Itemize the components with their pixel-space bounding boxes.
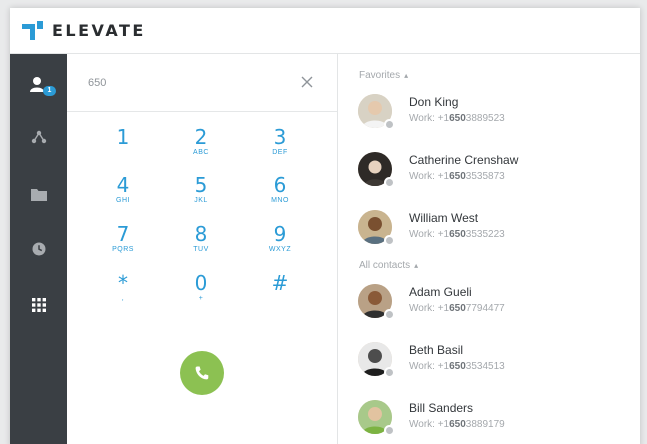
key-3[interactable]: 3 DEF bbox=[250, 126, 310, 170]
key-letters: PQRS bbox=[112, 246, 134, 253]
key-6[interactable]: 6 MNO bbox=[250, 174, 310, 218]
presence-indicator bbox=[384, 235, 395, 246]
key-letters: + bbox=[198, 295, 204, 302]
contacts-panel: Favorites ▴ Don King Work: +16503889523 C… bbox=[337, 54, 640, 444]
app-window: ELEVATE 1 650 1 2 ABC 3 DEF 4 GHI 5 JKL … bbox=[10, 8, 640, 444]
contact-phone: Work: +16503889179 bbox=[409, 419, 505, 430]
key-hash[interactable]: # bbox=[250, 272, 310, 316]
key-1[interactable]: 1 bbox=[93, 126, 153, 170]
chevron-down-icon: ▴ bbox=[414, 261, 419, 270]
key-digit: 0 bbox=[194, 271, 208, 295]
presence-indicator bbox=[384, 309, 395, 320]
key-letters: JKL bbox=[194, 197, 208, 204]
contact-name: William West bbox=[409, 211, 479, 225]
key-letters: GHI bbox=[116, 197, 130, 204]
contact-item[interactable]: Catherine Crenshaw Work: +16503535873 bbox=[358, 152, 628, 196]
key-digit: 7 bbox=[116, 222, 130, 246]
key-digit: 3 bbox=[273, 125, 287, 149]
all-contacts-label: All contacts bbox=[359, 260, 411, 271]
all-contacts-section-header[interactable]: All contacts ▴ bbox=[359, 260, 418, 271]
contact-phone: Work: +16503534513 bbox=[409, 361, 505, 372]
clock-icon bbox=[32, 242, 45, 256]
brand-name: ELEVATE bbox=[52, 21, 146, 40]
dialed-number-input[interactable]: 650 bbox=[88, 77, 106, 89]
key-5[interactable]: 5 JKL bbox=[171, 174, 231, 218]
rail-item-contacts[interactable]: 1 bbox=[10, 64, 67, 104]
key-letters: , bbox=[121, 295, 125, 302]
number-display: 650 bbox=[67, 54, 337, 112]
key-letters: DEF bbox=[272, 149, 288, 156]
key-letters: MNO bbox=[271, 197, 289, 204]
contact-item[interactable]: Beth Basil Work: +16503534513 bbox=[358, 342, 628, 386]
nav-rail: 1 bbox=[10, 54, 67, 444]
key-7[interactable]: 7 PQRS bbox=[93, 223, 153, 267]
key-2[interactable]: 2 ABC bbox=[171, 126, 231, 170]
key-digit: 5 bbox=[194, 173, 208, 197]
key-digit: * bbox=[118, 271, 128, 295]
contact-name: Don King bbox=[409, 95, 459, 109]
key-digit: 1 bbox=[116, 125, 130, 149]
top-bar: ELEVATE bbox=[10, 8, 640, 54]
contact-item[interactable]: Bill Sanders Work: +16503889179 bbox=[358, 400, 628, 444]
favorites-label: Favorites bbox=[359, 70, 401, 81]
key-digit: 8 bbox=[194, 222, 208, 246]
key-0[interactable]: 0 + bbox=[171, 272, 231, 316]
phone-icon bbox=[195, 366, 209, 380]
dialer-panel: 650 1 2 ABC 3 DEF 4 GHI 5 JKL 6 MNO 7 PQ… bbox=[67, 54, 337, 444]
contact-item[interactable]: William West Work: +16503535223 bbox=[358, 210, 628, 254]
clear-number-icon[interactable] bbox=[299, 74, 315, 90]
contact-name: Catherine Crenshaw bbox=[409, 153, 519, 167]
presence-indicator bbox=[384, 177, 395, 188]
rail-item-history[interactable] bbox=[10, 229, 67, 269]
folder-icon bbox=[30, 188, 47, 201]
chevron-down-icon: ▴ bbox=[404, 71, 409, 80]
contact-name: Bill Sanders bbox=[409, 401, 474, 415]
key-star[interactable]: * , bbox=[93, 272, 153, 316]
key-letters: ABC bbox=[193, 149, 209, 156]
key-4[interactable]: 4 GHI bbox=[93, 174, 153, 218]
contact-item[interactable]: Adam Gueli Work: +16507794477 bbox=[358, 284, 628, 328]
presence-indicator bbox=[384, 367, 395, 378]
contact-phone: Work: +16507794477 bbox=[409, 303, 505, 314]
key-digit: 4 bbox=[116, 173, 130, 197]
rail-item-files[interactable] bbox=[10, 174, 67, 214]
key-digit: # bbox=[271, 271, 289, 295]
call-button[interactable] bbox=[180, 351, 224, 395]
key-digit: 9 bbox=[273, 222, 287, 246]
network-icon bbox=[31, 130, 46, 144]
key-digit: 6 bbox=[273, 173, 287, 197]
elevate-logo-icon bbox=[22, 20, 43, 40]
key-letters: TUV bbox=[193, 246, 209, 253]
key-9[interactable]: 9 WXYZ bbox=[250, 223, 310, 267]
rail-item-dialpad[interactable] bbox=[10, 285, 67, 325]
contact-phone: Work: +16503535223 bbox=[409, 229, 505, 240]
contact-item[interactable]: Don King Work: +16503889523 bbox=[358, 94, 628, 138]
key-8[interactable]: 8 TUV bbox=[171, 223, 231, 267]
key-digit: 2 bbox=[194, 125, 208, 149]
favorites-section-header[interactable]: Favorites ▴ bbox=[359, 70, 408, 81]
rail-item-network[interactable] bbox=[10, 117, 67, 157]
contact-phone: Work: +16503535873 bbox=[409, 171, 505, 182]
contact-name: Beth Basil bbox=[409, 343, 464, 357]
presence-indicator bbox=[384, 425, 395, 436]
presence-indicator bbox=[384, 119, 395, 130]
key-letters: WXYZ bbox=[268, 246, 292, 253]
contact-name: Adam Gueli bbox=[409, 285, 472, 299]
contacts-badge: 1 bbox=[43, 86, 56, 96]
dialpad-icon bbox=[31, 298, 46, 312]
contact-phone: Work: +16503889523 bbox=[409, 113, 505, 124]
